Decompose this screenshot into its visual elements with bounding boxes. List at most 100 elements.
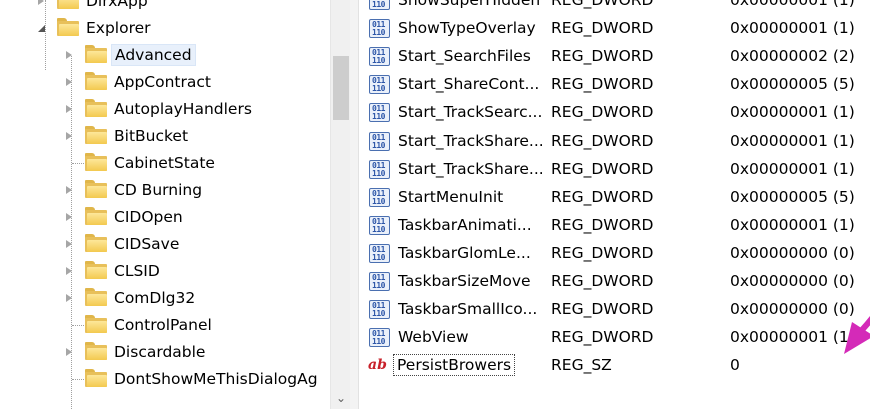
expand-arrow-icon[interactable] — [66, 294, 72, 302]
tree-connector — [72, 379, 86, 380]
expand-arrow-icon[interactable] — [66, 213, 72, 221]
tree-item[interactable]: CLSID — [0, 258, 330, 285]
value-name[interactable]: StartMenuInit — [396, 186, 505, 208]
tree-item[interactable]: CabinetState — [0, 150, 330, 177]
value-row[interactable]: 011 110 Start_SearchFiles REG_DWORD 0x000000… — [360, 42, 870, 70]
binary-value-icon: 011110 — [369, 272, 390, 291]
tree-item[interactable]: Advanced — [0, 42, 330, 69]
value-row[interactable]: 011 110 Start_TrackShare... REG_DWORD 0x0000… — [360, 127, 870, 155]
tree-item-label[interactable]: BitBucket — [111, 125, 191, 147]
value-row[interactable]: 011 110 StartMenuInit REG_DWORD 0x00000005 (… — [360, 183, 870, 211]
value-row[interactable]: 011 110 TaskbarSmallIco... REG_DWORD 0x00000… — [360, 295, 870, 323]
registry-values-list[interactable]: 011110 ShowSuperHidden REG_DWORD 0x00000001… — [360, 0, 870, 409]
scrollbar-thumb[interactable] — [333, 56, 349, 120]
tree-item-label[interactable]: Explorer — [83, 17, 154, 39]
tree-item-label[interactable]: CD Burning — [111, 179, 205, 201]
value-name[interactable]: TaskbarSizeMove — [396, 270, 533, 292]
value-row[interactable]: 011 110 Start_ShareCont... REG_DWORD 0x00000… — [360, 70, 870, 98]
binary-value-icon: 011110 — [369, 131, 390, 151]
value-row[interactable]: 011 110 WebView REG_DWORD 0x00000001 (1) — [360, 323, 870, 351]
tree-item[interactable]: CIDOpen — [0, 204, 330, 231]
tree-item[interactable]: AppContract — [0, 69, 330, 96]
folder-icon — [57, 18, 79, 36]
tree-item[interactable]: CD Burning — [0, 177, 330, 204]
value-row[interactable]: 011 110 TaskbarAnimati... REG_DWORD 0x000000… — [360, 211, 870, 239]
folder-icon — [85, 180, 107, 198]
expand-arrow-icon[interactable] — [66, 132, 72, 140]
tree-item[interactable]: AutoplayHandlers — [0, 96, 330, 123]
value-name[interactable]: Start_TrackShare... — [396, 130, 546, 152]
expand-arrow-icon[interactable] — [66, 267, 72, 275]
tree-item-label[interactable]: Advanced — [111, 44, 196, 66]
folder-icon — [85, 315, 107, 333]
value-name[interactable]: TaskbarGlomLe... — [396, 242, 533, 264]
binary-value-icon: 011110 — [369, 215, 390, 235]
tree-item-label[interactable]: CLSID — [111, 260, 163, 282]
expand-arrow-icon[interactable] — [66, 186, 72, 194]
tree-item-label[interactable]: AppContract — [111, 71, 214, 93]
value-name[interactable]: Start_TrackSearc... — [396, 101, 544, 123]
tree-item[interactable]: ComDlg32 — [0, 285, 330, 312]
folder-icon — [85, 126, 107, 144]
icon-bits: 110 — [372, 252, 385, 262]
value-type: REG_DWORD — [551, 159, 654, 178]
tree-item-label[interactable]: DirxApp — [83, 0, 151, 12]
binary-value-icon: 011110 — [369, 75, 390, 95]
folder-icon — [85, 342, 107, 360]
value-row[interactable]: 011 110 TaskbarSizeMove REG_DWORD 0x00000000… — [360, 267, 870, 295]
value-row[interactable]: 011 110 Start_TrackShare... REG_DWORD 0x0000… — [360, 155, 870, 183]
value-type: REG_DWORD — [551, 328, 654, 347]
tree-item-label[interactable]: ComDlg32 — [111, 287, 198, 309]
value-name[interactable]: WebView — [396, 326, 471, 348]
folder-icon — [85, 99, 107, 117]
value-row[interactable]: 011 110 ShowTypeOverlay REG_DWORD 0x00000001… — [360, 14, 870, 42]
folder-icon — [85, 288, 107, 306]
value-name[interactable]: PersistBrowers — [393, 354, 516, 377]
tree-item[interactable]: Explorer — [0, 15, 330, 42]
tree-item-label[interactable]: CabinetState — [111, 152, 218, 174]
tree-item-label[interactable]: Discardable — [111, 341, 208, 363]
tree-item[interactable]: ControlPanel — [0, 312, 330, 339]
value-name[interactable]: ShowSuperHidden — [396, 0, 542, 11]
value-type: REG_SZ — [551, 356, 612, 375]
expand-arrow-icon[interactable] — [66, 105, 72, 113]
tree-item[interactable]: Discardable — [0, 339, 330, 366]
value-row[interactable]: 011 110 TaskbarGlomLe... REG_DWORD 0x0000000… — [360, 239, 870, 267]
tree-item[interactable]: BitBucket — [0, 123, 330, 150]
expand-arrow-icon[interactable] — [66, 348, 72, 356]
tree-item[interactable]: DontShowMeThisDialogAg — [0, 366, 330, 393]
pane-splitter[interactable] — [350, 0, 359, 409]
tree-vertical-scrollbar[interactable]: ⌄ — [330, 0, 350, 409]
scroll-down-arrow-icon[interactable]: ⌄ — [335, 392, 347, 404]
icon-bits: 110 — [372, 196, 385, 206]
binary-value-icon: 011110 — [369, 47, 390, 67]
value-type: REG_DWORD — [551, 75, 654, 94]
tree-item-label[interactable]: ControlPanel — [111, 314, 215, 336]
value-name[interactable]: TaskbarSmallIco... — [396, 298, 539, 320]
registry-key-tree[interactable]: DirxApp Explorer Advanced AppContract Autopl… — [0, 0, 350, 409]
folder-icon — [85, 207, 107, 225]
expand-arrow-icon[interactable] — [66, 78, 72, 86]
value-row[interactable]: 011 110 Start_TrackSearc... REG_DWORD 0x0000… — [360, 98, 870, 126]
value-name[interactable]: Start_SearchFiles — [396, 45, 533, 67]
value-row[interactable]: ab PersistBrowers REG_SZ 0 — [360, 351, 870, 379]
value-name[interactable]: TaskbarAnimati... — [396, 214, 534, 236]
tree-item-label[interactable]: DontShowMeThisDialogAg — [111, 368, 321, 390]
folder-icon — [85, 261, 107, 279]
value-name[interactable]: Start_ShareCont... — [396, 73, 541, 95]
value-row[interactable]: 011110 ShowSuperHidden REG_DWORD 0x00000001… — [360, 0, 870, 14]
expand-arrow-icon[interactable] — [66, 51, 72, 59]
value-name[interactable]: ShowTypeOverlay — [396, 17, 538, 39]
tree-item[interactable]: DirxApp — [0, 0, 330, 15]
tree-item-label[interactable]: CIDOpen — [111, 206, 186, 228]
string-value-icon: ab — [368, 357, 387, 374]
tree-item-label[interactable]: AutoplayHandlers — [111, 98, 255, 120]
expand-arrow-icon[interactable] — [66, 240, 72, 248]
value-type: REG_DWORD — [551, 0, 654, 9]
tree-item-label[interactable]: CIDSave — [111, 233, 182, 255]
icon-bits: 110 — [372, 281, 385, 290]
expand-arrow-icon[interactable] — [38, 0, 44, 5]
collapse-arrow-icon[interactable] — [38, 25, 45, 32]
value-name[interactable]: Start_TrackShare... — [396, 158, 546, 180]
tree-item[interactable]: CIDSave — [0, 231, 330, 258]
